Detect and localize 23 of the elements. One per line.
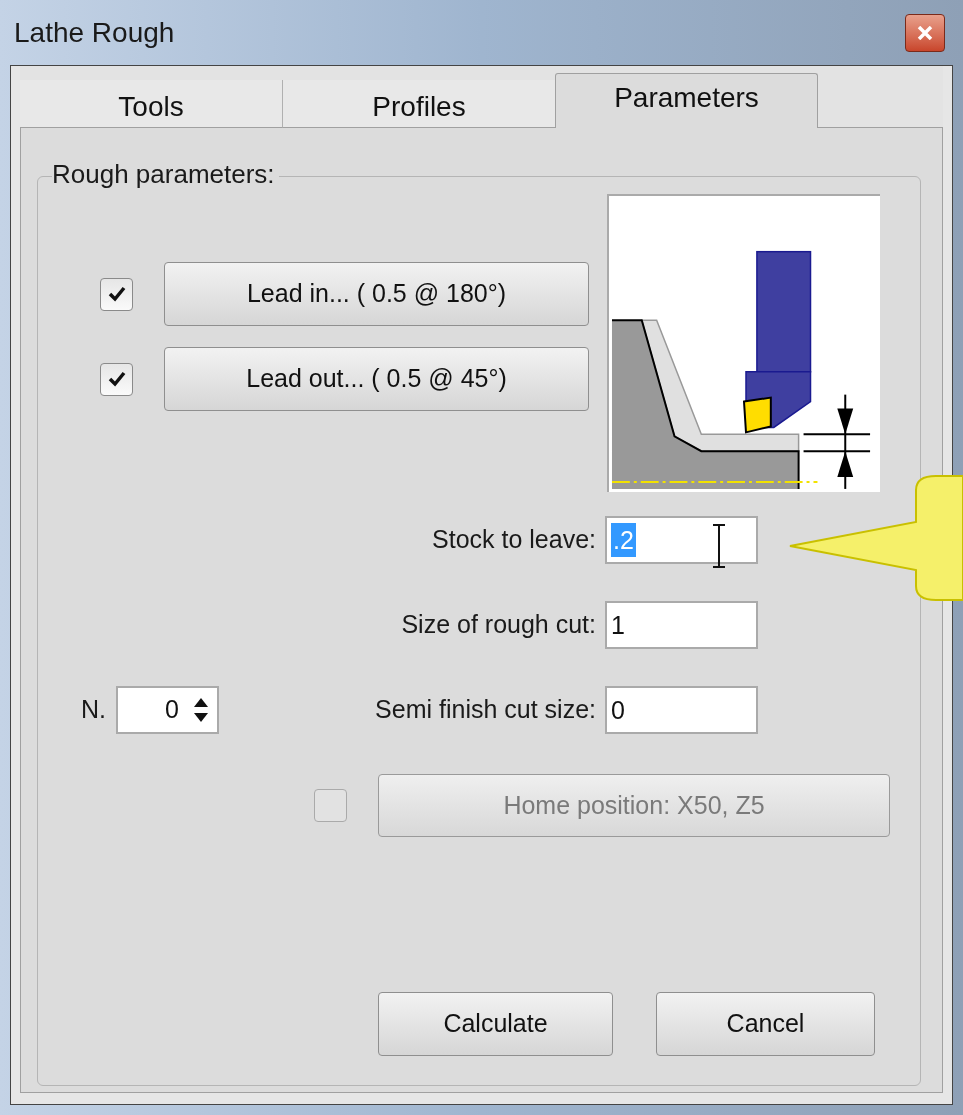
lead-button[interactable]: Lead in... ( 0.5 @ 180°) [164,262,589,326]
dialog-button[interactable]: Calculate [378,992,613,1056]
checkmark-icon [107,286,126,302]
up-down-arrows-icon[interactable] [193,696,209,724]
input-field[interactable]: 1 [605,601,758,649]
window-title: Lathe Rough [14,15,175,50]
text-cursor-icon [711,524,727,568]
spinner-label: N. [81,694,106,726]
checkbox[interactable] [100,362,133,396]
dialog-button[interactable]: Cancel [656,992,875,1056]
lead-button[interactable]: Lead out... ( 0.5 @ 45°) [164,347,589,411]
field-label: Size of rough cut: [401,609,596,641]
tab[interactable]: Profiles [282,80,555,128]
close-button[interactable] [905,13,945,52]
input-field[interactable]: 0 [605,686,758,734]
field-label: Stock to leave: [432,524,596,556]
tab[interactable]: Tools [20,80,282,128]
close-icon [917,25,933,40]
field-label: Semi finish cut size: [375,694,596,726]
checkbox[interactable] [100,277,133,311]
number-spinner[interactable]: 0 [116,686,219,734]
tab[interactable]: Parameters [555,73,818,128]
checkmark-icon [107,371,126,387]
